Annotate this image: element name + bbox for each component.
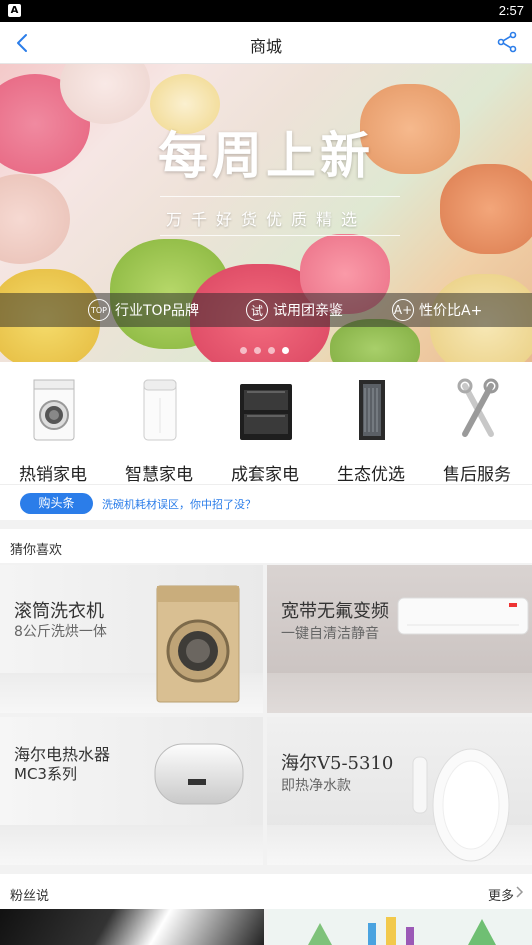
category-eco-picks[interactable]: 生态优选 — [318, 374, 424, 485]
air-purifier-icon — [139, 378, 179, 442]
card-subtitle: 即热净水款 — [281, 778, 351, 794]
news-headline[interactable]: 洗碗机耗材误区，你中招了没？ — [102, 496, 256, 512]
carousel-dot[interactable] — [254, 347, 261, 354]
fans-header: 粉丝说 更多 — [0, 874, 532, 909]
category-after-sales[interactable]: 售后服务 — [424, 374, 530, 485]
washer-image — [156, 585, 240, 703]
card-title: 滚筒洗衣机 — [14, 601, 104, 622]
category-hot-appliances[interactable]: 热销家电 — [0, 374, 106, 485]
category-label: 热销家电 — [19, 465, 87, 485]
carousel-dot[interactable] — [240, 347, 247, 354]
floor-shadow — [267, 673, 532, 713]
feature-strip: TOP 行业TOP品牌 试 试用团亲鉴 A+ 性价比A+ — [0, 293, 532, 327]
trial-badge-icon: 试 — [246, 299, 268, 321]
card-title: 宽带无氟变频 — [281, 601, 389, 622]
product-card-air-conditioner[interactable]: 宽带无氟变频 一键自清洁静音 — [267, 565, 532, 713]
more-link[interactable]: 更多 — [488, 885, 514, 904]
product-card-washer[interactable]: 滚筒洗衣机 8公斤洗烘一体 — [0, 565, 263, 713]
status-time: 2:57 — [498, 3, 524, 18]
air-conditioner-image — [397, 597, 529, 635]
category-label: 智慧家电 — [125, 465, 193, 485]
feature-trial: 试 试用团亲鉴 — [246, 298, 343, 322]
page-title: 商城 — [249, 37, 282, 56]
card-subtitle: MC3系列 — [14, 765, 77, 783]
carousel-indicator[interactable] — [240, 347, 289, 354]
category-label: 生态优选 — [337, 465, 405, 485]
card-subtitle: 一键自清洁静音 — [281, 626, 379, 642]
promo-banner[interactable]: 每周上新 万千好货优质精选 TOP 行业TOP品牌 试 试用团亲鉴 A+ 性价比… — [0, 64, 532, 362]
share-icon[interactable] — [496, 31, 518, 53]
card-title: 海尔V5-5310 — [281, 753, 394, 774]
card-subtitle: 8公斤洗烘一体 — [14, 624, 107, 640]
section-title: 猜你喜欢 — [10, 543, 63, 558]
divider — [160, 196, 400, 197]
category-smart-appliances[interactable]: 智慧家电 — [106, 374, 212, 485]
carousel-dot-active[interactable] — [282, 347, 289, 354]
water-heater-image — [154, 743, 244, 805]
carousel-dot[interactable] — [268, 347, 275, 354]
navbar: 商城 — [0, 22, 532, 64]
product-card-smart-toilet-seat[interactable]: 海尔V5-5310 即热净水款 — [267, 717, 532, 865]
wrench-icon — [457, 378, 499, 442]
product-card-water-heater[interactable]: 海尔电热水器 MC3系列 — [0, 717, 263, 865]
floor-shadow — [0, 825, 263, 865]
feature-label: 试用团亲鉴 — [273, 303, 343, 319]
banner-subheadline: 万千好货优质精选 — [165, 210, 366, 229]
news-ticker[interactable]: 购头条 洗碗机耗材误区，你中招了没？ — [0, 484, 532, 520]
category-label: 售后服务 — [443, 465, 511, 485]
oven-icon — [240, 378, 292, 442]
banner-headline: 每周上新 — [158, 127, 374, 185]
category-label: 成套家电 — [231, 465, 299, 485]
toilet-seat-image — [412, 748, 510, 862]
divider — [160, 235, 400, 236]
washing-machine-icon — [33, 378, 75, 442]
section-title: 粉丝说 — [10, 889, 50, 904]
feature-label: 行业TOP品牌 — [115, 303, 200, 319]
chevron-right-icon[interactable] — [516, 886, 524, 901]
recommend-header: 猜你喜欢 — [0, 529, 532, 563]
feature-value: A+ 性价比A+ — [392, 298, 482, 322]
a-plus-badge-icon: A+ — [392, 299, 414, 321]
card-title: 海尔电热水器 — [14, 745, 111, 764]
category-grid: 热销家电 智慧家电 成套家电 生态优选 售后服务 — [0, 362, 532, 485]
feature-label: 性价比A+ — [419, 303, 483, 319]
filter-icon — [351, 378, 391, 442]
app-notification-icon: A — [8, 4, 21, 17]
status-bar: A 2:57 — [0, 0, 532, 22]
fan-post-illustration — [308, 917, 496, 945]
fan-post-image[interactable] — [0, 909, 264, 945]
feature-top-brand: TOP 行业TOP品牌 — [88, 298, 199, 322]
news-tag: 购头条 — [20, 493, 93, 514]
top-badge-icon: TOP — [88, 299, 110, 321]
category-appliance-sets[interactable]: 成套家电 — [212, 374, 318, 485]
fan-post-image[interactable] — [268, 909, 532, 945]
